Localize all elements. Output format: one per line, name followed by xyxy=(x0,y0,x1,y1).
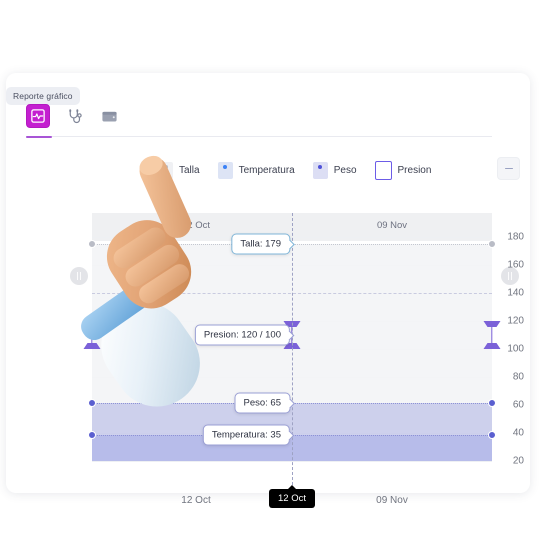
presion-cap-bottom xyxy=(483,343,501,349)
point-talla-end[interactable] xyxy=(488,240,496,248)
presion-cap-bottom xyxy=(83,343,101,349)
tooltip-temperatura: Temperatura: 35 xyxy=(202,424,290,446)
x-tick-09-nov: 09 Nov xyxy=(376,495,408,506)
folder-card-icon xyxy=(101,111,117,121)
band-label-right: 09 Nov xyxy=(376,220,408,231)
legend-item-temperatura[interactable]: Temperatura xyxy=(217,162,295,179)
y-tick-20: 20 xyxy=(512,455,524,467)
stethoscope-icon-button[interactable] xyxy=(63,105,85,127)
y-tick-60: 60 xyxy=(512,399,524,411)
legend-item-presion[interactable]: Presion xyxy=(374,161,432,180)
pulse-chart-icon xyxy=(31,109,45,123)
minus-icon xyxy=(504,167,513,170)
icon-toolbar xyxy=(26,104,120,128)
y-tick-140: 140 xyxy=(507,287,524,299)
legend-swatch-peso xyxy=(312,162,328,179)
legend-label-temperatura: Temperatura xyxy=(238,165,295,176)
y-tick-100: 100 xyxy=(507,343,524,355)
point-temperatura-start[interactable] xyxy=(88,431,96,439)
legend-item-talla[interactable]: Talla xyxy=(158,162,200,179)
grip-icon xyxy=(508,272,512,280)
prev-range-button[interactable] xyxy=(70,267,88,285)
legend-item-peso[interactable]: Peso xyxy=(312,162,357,179)
tooltip-presion: Presion: 120 / 100 xyxy=(194,324,290,346)
y-tick-160: 160 xyxy=(507,259,524,271)
x-tick-12-oct: 12 Oct xyxy=(181,495,211,506)
band-label-left: 12 Oct xyxy=(182,220,210,231)
tooltip-talla: Talla: 179 xyxy=(231,233,290,255)
y-tick-40: 40 xyxy=(512,427,524,439)
report-tab-tooltip: Reporte gráfico xyxy=(6,87,80,105)
toolbar-divider xyxy=(26,135,492,138)
legend-label-peso: Peso xyxy=(333,165,357,176)
chart-container: 180 160 140 120 100 80 60 40 20 12 Oct 0… xyxy=(6,191,530,508)
tooltip-peso: Peso: 65 xyxy=(234,392,290,414)
x-cursor-tooltip: 12 Oct xyxy=(269,485,315,508)
legend-swatch-talla xyxy=(158,162,173,179)
y-tick-120: 120 xyxy=(507,315,524,327)
folder-card-icon-button[interactable] xyxy=(98,105,120,127)
chart-legend: Talla Temperatura Peso Presion xyxy=(158,161,431,180)
legend-swatch-presion xyxy=(374,161,392,180)
collapse-button[interactable] xyxy=(497,157,520,180)
plot-area: 12 Oct 09 Nov Talla: 179 Presion: 120 / … xyxy=(83,213,501,485)
presion-cap-top xyxy=(83,321,101,327)
point-temperatura-end[interactable] xyxy=(488,431,496,439)
point-peso-end[interactable] xyxy=(488,399,496,407)
stethoscope-icon xyxy=(68,108,82,123)
grip-icon xyxy=(77,272,81,280)
point-peso-start[interactable] xyxy=(88,399,96,407)
y-tick-180: 180 xyxy=(507,231,524,243)
legend-label-presion: Presion xyxy=(397,165,432,176)
presion-cap-top xyxy=(483,321,501,327)
report-card: Reporte gráfico Talla Temperatura Peso P… xyxy=(6,73,530,508)
hover-cursor-line xyxy=(292,213,293,485)
point-talla-start[interactable] xyxy=(88,240,96,248)
legend-swatch-temperatura xyxy=(217,162,233,179)
y-tick-80: 80 xyxy=(512,371,524,383)
pulse-chart-icon-button[interactable] xyxy=(26,104,50,128)
legend-label-talla: Talla xyxy=(179,165,200,176)
